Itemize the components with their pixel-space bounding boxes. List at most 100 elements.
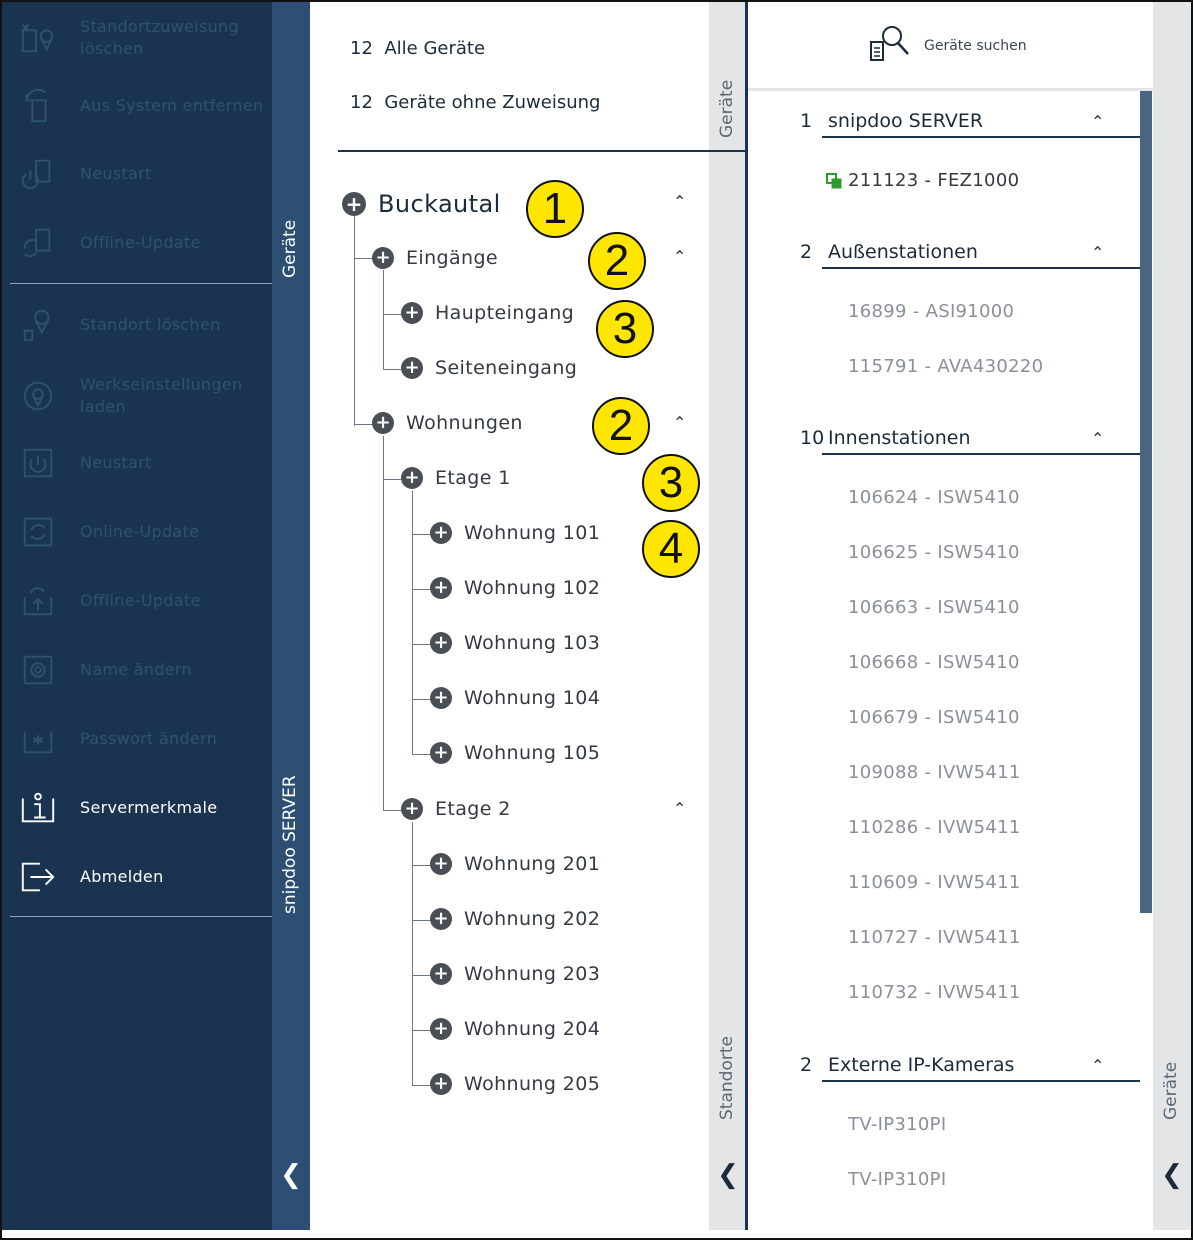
tree-node-root[interactable]: + Buckautal — [342, 190, 501, 218]
sidebar-item-offline-update[interactable]: Offline-Update — [2, 573, 272, 629]
device-group-header[interactable]: 2 Außenstationen — [800, 241, 978, 263]
sidebar-item-restart-device[interactable]: Neustart — [2, 146, 272, 202]
device-item[interactable]: 106668 - ISW5410 — [848, 652, 1020, 673]
device-item[interactable]: 110727 - IVW5411 — [848, 927, 1021, 948]
sidebar-item-factory-reset[interactable]: Werkseinstellungen laden — [2, 368, 272, 424]
tree-node-side-entrance[interactable]: + Seiteneingang — [401, 357, 577, 379]
expand-plus-icon[interactable]: + — [430, 632, 452, 654]
tree-node-main-entrance[interactable]: + Haupteingang — [401, 302, 574, 324]
server-side-tab[interactable]: Geräte snipdoo SERVER ❮ — [272, 2, 310, 1230]
sidebar-item-restart[interactable]: Neustart — [2, 435, 272, 491]
device-item[interactable]: 106679 - ISW5410 — [848, 707, 1020, 728]
tree-node-unit[interactable]: + Wohnung 101 — [430, 522, 600, 544]
device-item[interactable]: 106625 - ISW5410 — [848, 542, 1020, 563]
tree-node-apartments[interactable]: + Wohnungen — [372, 412, 523, 434]
tree-node-unit[interactable]: + Wohnung 205 — [430, 1073, 600, 1095]
chevron-up-icon[interactable]: ⌃ — [1091, 112, 1104, 131]
search-device-icon — [868, 24, 914, 68]
sidebar-item-online-update[interactable]: Online-Update — [2, 504, 272, 560]
expand-plus-icon[interactable]: + — [430, 853, 452, 875]
sidebar-item-label: Passwort ändern — [80, 729, 218, 748]
device-item[interactable]: 115791 - AVA430220 — [848, 356, 1043, 377]
expand-plus-icon[interactable]: + — [401, 302, 423, 324]
expand-plus-icon[interactable]: + — [401, 467, 423, 489]
restart-device-icon — [16, 152, 60, 196]
chevron-up-icon[interactable]: ⌃ — [1091, 429, 1104, 448]
expand-plus-icon[interactable]: + — [372, 247, 394, 269]
chevron-up-icon[interactable]: ⌃ — [673, 192, 686, 211]
tree-node-unit[interactable]: + Wohnung 201 — [430, 853, 600, 875]
chevron-up-icon[interactable]: ⌃ — [673, 799, 686, 818]
callout-badge: 3 — [596, 300, 654, 358]
tree-node-unit[interactable]: + Wohnung 102 — [430, 577, 600, 599]
device-item[interactable]: 211123 - FEZ1000 — [826, 170, 1019, 191]
callout-badge: 4 — [642, 520, 700, 578]
tree-node-unit[interactable]: + Wohnung 104 — [430, 687, 600, 709]
device-item[interactable]: TV-IP310PI — [848, 1169, 946, 1190]
scrollbar-thumb[interactable] — [1140, 91, 1152, 913]
chevron-up-icon[interactable]: ⌃ — [673, 413, 686, 432]
locations-side-tab[interactable]: Geräte Standorte ❮ — [709, 2, 747, 1230]
expand-plus-icon[interactable]: + — [342, 192, 366, 216]
tree-node-floor1[interactable]: + Etage 1 — [401, 467, 511, 489]
chevron-up-icon[interactable]: ⌃ — [1091, 1056, 1104, 1075]
tree-node-unit[interactable]: + Wohnung 105 — [430, 742, 600, 764]
sidebar-divider — [10, 283, 310, 284]
tree-line — [354, 424, 374, 425]
expand-plus-icon[interactable]: + — [401, 798, 423, 820]
tree-line — [412, 491, 413, 755]
sidebar-item-rename[interactable]: Name ändern — [2, 642, 272, 698]
tree-line — [412, 975, 432, 976]
expand-plus-icon[interactable]: + — [372, 412, 394, 434]
unassigned-label: Geräte ohne Zuweisung — [384, 92, 601, 113]
device-group-header[interactable]: 2 Externe IP-Kameras — [800, 1054, 1014, 1076]
device-item[interactable]: 106663 - ISW5410 — [848, 597, 1020, 618]
unassigned-devices-row[interactable]: 12 Geräte ohne Zuweisung — [350, 92, 600, 113]
device-item[interactable]: 106624 - ISW5410 — [848, 487, 1020, 508]
tree-node-unit[interactable]: + Wohnung 103 — [430, 632, 600, 654]
tree-node-unit[interactable]: + Wohnung 204 — [430, 1018, 600, 1040]
expand-plus-icon[interactable]: + — [430, 577, 452, 599]
expand-plus-icon[interactable]: + — [430, 1018, 452, 1040]
devices-side-tab[interactable]: Geräte ❮ — [1153, 2, 1191, 1230]
sidebar-item-change-password[interactable]: Passwort ändern — [2, 711, 272, 767]
expand-plus-icon[interactable]: + — [430, 687, 452, 709]
expand-plus-icon[interactable]: + — [430, 522, 452, 544]
device-item[interactable]: 16899 - ASI91000 — [848, 301, 1014, 322]
device-group-header[interactable]: 1 snipdoo SERVER — [800, 110, 983, 132]
sidebar-item-unassign-location[interactable]: Standortzuweisung löschen — [2, 10, 272, 66]
collapse-sidebar-button[interactable]: ❮ — [276, 1160, 306, 1190]
expand-plus-icon[interactable]: + — [430, 1073, 452, 1095]
device-item[interactable]: TV-IP310PI — [848, 1114, 946, 1135]
device-group-header[interactable]: 10 Innenstationen — [800, 427, 971, 449]
group-underline — [822, 267, 1140, 269]
device-item[interactable]: 109088 - IVW5411 — [848, 762, 1021, 783]
sidebar-item-server-features[interactable]: Servermerkmale — [2, 780, 272, 836]
group-underline — [822, 453, 1140, 455]
expand-plus-icon[interactable]: + — [430, 963, 452, 985]
chevron-up-icon[interactable]: ⌃ — [673, 247, 686, 266]
expand-plus-icon[interactable]: + — [401, 357, 423, 379]
device-search-button[interactable]: Geräte suchen — [868, 24, 1027, 68]
tree-node-unit[interactable]: + Wohnung 203 — [430, 963, 600, 985]
collapse-locations-button[interactable]: ❮ — [713, 1160, 743, 1190]
callout-badge: 2 — [588, 232, 646, 290]
sidebar-item-label: Aus System entfernen — [80, 96, 264, 115]
all-devices-row[interactable]: 12 Alle Geräte — [350, 38, 485, 59]
device-item[interactable]: 110732 - IVW5411 — [848, 982, 1021, 1003]
sidebar-item-delete-location[interactable]: Standort löschen — [2, 297, 272, 353]
tree-node-floor2[interactable]: + Etage 2 — [401, 798, 511, 820]
sidebar-item-remove-from-system[interactable]: Aus System entfernen — [2, 78, 272, 134]
tab-devices-label: Geräte — [1161, 1061, 1181, 1120]
tree-node-unit[interactable]: + Wohnung 202 — [430, 908, 600, 930]
expand-plus-icon[interactable]: + — [430, 908, 452, 930]
device-item[interactable]: 110286 - IVW5411 — [848, 817, 1021, 838]
tree-line — [354, 214, 355, 426]
sidebar-item-offline-update-device[interactable]: Offline-Update — [2, 215, 272, 271]
expand-plus-icon[interactable]: + — [430, 742, 452, 764]
chevron-up-icon[interactable]: ⌃ — [1091, 243, 1104, 262]
tree-node-entrances[interactable]: + Eingänge — [372, 247, 498, 269]
device-item[interactable]: 110609 - IVW5411 — [848, 872, 1021, 893]
collapse-devices-button[interactable]: ❮ — [1157, 1160, 1187, 1190]
sidebar-item-logout[interactable]: Abmelden — [2, 849, 272, 905]
